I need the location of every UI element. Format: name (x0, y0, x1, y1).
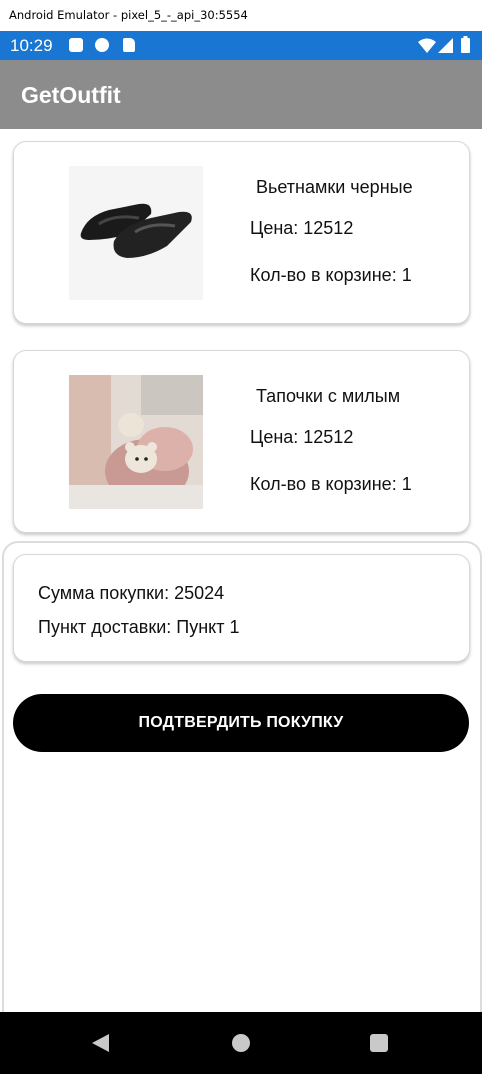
cart-content[interactable]: Вьетнамки черные Цена: 12512 Кол-во в ко… (0, 129, 482, 1043)
app-bar: GetOutfit (0, 60, 482, 129)
cart-item-card[interactable]: Вьетнамки черные Цена: 12512 Кол-во в ко… (13, 141, 470, 324)
item-quantity: Кол-во в корзине: 1 (250, 265, 412, 285)
slippers-image (69, 375, 203, 509)
signal-icon (438, 38, 453, 53)
wifi-icon (418, 38, 436, 53)
home-icon[interactable] (232, 1034, 250, 1052)
order-total: Сумма покупки: 25024 (38, 583, 225, 603)
item-price: Цена: 12512 (250, 427, 354, 447)
item-name: Тапочки с милым (256, 386, 401, 406)
confirm-purchase-button[interactable]: ПОДТВЕРДИТЬ ПОКУПКУ (13, 694, 469, 752)
emulator-title: Android Emulator - pixel_5_-_api_30:5554 (9, 8, 248, 22)
order-summary-card: Сумма покупки: 25024 Пункт доставки: Пун… (13, 554, 470, 662)
item-name: Вьетнамки черные (256, 177, 413, 197)
recents-icon[interactable] (370, 1034, 388, 1052)
app-title: GetOutfit (21, 82, 121, 108)
item-quantity: Кол-во в корзине: 1 (250, 474, 412, 494)
p-icon (95, 38, 109, 52)
sd-card-icon (123, 38, 135, 52)
a-icon (69, 38, 83, 52)
system-navigation-bar (0, 1012, 482, 1074)
flip-flops-image (69, 166, 203, 300)
back-icon[interactable] (92, 1034, 109, 1052)
delivery-point: Пункт доставки: Пункт 1 (38, 617, 240, 637)
emulator-title-bar: Android Emulator - pixel_5_-_api_30:5554 (0, 0, 482, 31)
battery-icon (461, 36, 470, 53)
status-time: 10:29 (10, 36, 53, 55)
item-price: Цена: 12512 (250, 218, 354, 238)
cart-item-card[interactable]: Тапочки с милым Цена: 12512 Кол-во в кор… (13, 350, 470, 533)
status-bar: 10:29 (0, 31, 482, 60)
